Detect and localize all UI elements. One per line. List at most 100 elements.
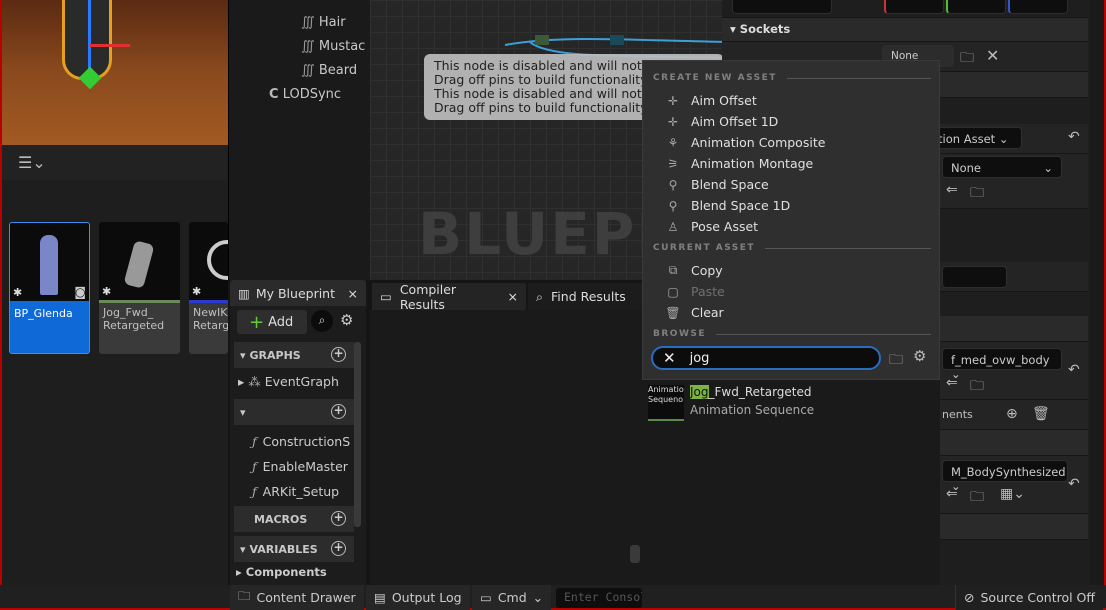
clear-search-icon[interactable]: ✕: [663, 349, 676, 367]
use-selected-icon[interactable]: ⇐: [946, 182, 958, 198]
reset-icon[interactable]: ↶: [1068, 129, 1080, 145]
material-dropdown[interactable]: M_BodySynthesized ⌄: [942, 460, 1068, 493]
add-graph-icon[interactable]: +: [331, 347, 346, 362]
tree-item-label: LODSync: [282, 87, 342, 102]
search-icon[interactable]: ⌕: [311, 310, 333, 332]
menu-item-aim-offset[interactable]: ✛ Aim Offset: [665, 93, 757, 108]
filter-icon[interactable]: ☰⌄: [18, 153, 46, 172]
result-item[interactable]: Animatio Sequeno Jog_Fwd_Retargeted Anim…: [646, 383, 936, 421]
event-graph-item[interactable]: ▸ ⁂ EventGraph: [238, 374, 339, 389]
item-label: EnableMaster: [262, 459, 348, 474]
menu-label: Aim Offset 1D: [691, 114, 779, 129]
tab-label: Find Results: [551, 289, 626, 304]
menu-item-blend-space-1d[interactable]: ⚲ Blend Space 1D: [665, 198, 791, 213]
reset-icon[interactable]: ↶: [1068, 476, 1080, 492]
browse-folder-icon[interactable]: 🗀: [970, 182, 984, 206]
terminal-icon: ▭: [480, 590, 492, 605]
menu-label: Paste: [691, 284, 725, 299]
close-icon[interactable]: ×: [348, 286, 358, 301]
browse-folder-icon[interactable]: 🗀: [970, 486, 984, 510]
browse-header: BROWSE: [653, 329, 931, 339]
button-label: Output Log: [391, 590, 462, 605]
content-browser: [0, 145, 228, 585]
section-variables[interactable]: ▾ VARIABLES +: [234, 536, 354, 562]
add-element-icon[interactable]: ⊕: [1006, 406, 1018, 422]
dropdown-value: M_BodySynthesized: [951, 465, 1066, 479]
console-input[interactable]: Enter Console Command: [556, 588, 642, 608]
current-asset-header: CURRENT ASSET: [653, 243, 931, 253]
menu-item-blend-space[interactable]: ⚲ Blend Space: [665, 177, 769, 192]
use-selected-icon[interactable]: ⇐: [946, 375, 958, 391]
browse-folder-icon[interactable]: 🗀: [970, 375, 984, 399]
create-new-asset-header: CREATE NEW ASSET: [653, 73, 931, 83]
tree-item-lodsync[interactable]: C LODSync: [269, 87, 341, 102]
section-macros[interactable]: MACROS +: [234, 506, 354, 532]
function-icon: ƒ: [252, 434, 257, 449]
menu-item-animation-composite[interactable]: ⚘ Animation Composite: [665, 135, 826, 150]
viewport[interactable]: [0, 0, 228, 145]
close-icon[interactable]: ×: [508, 289, 518, 304]
asset-tile-jog-fwd[interactable]: ✱ Jog_Fwd_ Retargeted: [99, 222, 180, 354]
asset-tile-newik[interactable]: ✱ NewIK Retarge: [189, 222, 228, 354]
gear-icon[interactable]: ⚙: [340, 311, 353, 329]
menu-item-animation-montage[interactable]: ⚞ Animation Montage: [665, 156, 814, 171]
section-label: VARIABLES: [249, 542, 318, 556]
output-log-button[interactable]: ▤ Output Log: [366, 585, 470, 610]
delete-icon[interactable]: 🗑: [1032, 406, 1050, 422]
animation-asset-dropdown[interactable]: None ⌄: [942, 156, 1062, 178]
clear-icon[interactable]: ✕: [986, 46, 999, 65]
add-function-icon[interactable]: +: [331, 404, 346, 419]
z-field[interactable]: [1008, 0, 1068, 14]
menu-item-copy[interactable]: ⧉ Copy: [665, 263, 723, 278]
reset-icon[interactable]: ↶: [1068, 362, 1080, 378]
tree-item-beard[interactable]: ∭ Beard: [301, 63, 357, 78]
folder-search-icon: 🗀: [238, 588, 251, 603]
x-field[interactable]: [884, 0, 944, 14]
my-blueprint-panel: ▥ My Blueprint × + Add ⌕ ⚙ ▾ GRAPHS + ▸ ⁂ Ev…: [230, 280, 366, 585]
gizmo-x-axis[interactable]: [90, 44, 130, 47]
match-highlight: Jog: [690, 385, 709, 399]
asset-tile-bp-glenda[interactable]: ✱ ◙ BP_Glenda: [9, 222, 90, 354]
function-item[interactable]: ƒ ARKit_Setup: [252, 484, 339, 499]
checker-icon[interactable]: ▦⌄: [1000, 486, 1025, 502]
add-macro-icon[interactable]: +: [331, 511, 346, 526]
tab-compiler-results[interactable]: ▭ Compiler Results ×: [372, 282, 526, 312]
add-button[interactable]: + Add: [237, 310, 307, 334]
dropdown[interactable]: [732, 0, 832, 14]
browse-folder-icon[interactable]: 🗀: [960, 47, 974, 71]
y-field[interactable]: [946, 0, 1006, 14]
components-category[interactable]: ▸ Components: [236, 565, 327, 579]
source-control-button[interactable]: ⊘ Source Control Off: [955, 585, 1103, 610]
menu-label: Aim Offset: [691, 93, 757, 108]
tab-find-results[interactable]: ⌕ Find Results: [528, 283, 642, 310]
scrollbar[interactable]: [354, 342, 361, 527]
function-item[interactable]: ƒ EnableMaster: [252, 459, 348, 474]
asset-thumbnail: ✱: [189, 222, 228, 300]
asset-search-input[interactable]: ✕ jog: [651, 346, 881, 370]
add-variable-icon[interactable]: +: [331, 541, 346, 556]
tree-item-mustache[interactable]: ∭ Mustac: [301, 39, 365, 54]
field[interactable]: [942, 266, 1007, 288]
menu-item-aim-offset-1d[interactable]: ✛ Aim Offset 1D: [665, 114, 778, 129]
menu-item-clear[interactable]: 🗑 Clear: [665, 305, 723, 320]
content-drawer-button[interactable]: 🗀 Content Drawer: [230, 585, 364, 610]
use-selected-icon[interactable]: ⇐: [946, 486, 958, 502]
cmd-dropdown[interactable]: ▭ Cmd ⌄: [472, 585, 552, 610]
menu-item-pose-asset[interactable]: ♙ Pose Asset: [665, 219, 758, 234]
sockets-section[interactable]: ▾ Sockets: [722, 18, 1088, 42]
skeletal-mesh-dropdown[interactable]: f_med_ovw_body ⌄: [942, 348, 1062, 381]
tab-my-blueprint[interactable]: ▥ My Blueprint ×: [230, 280, 366, 306]
dropdown-value: f_med_ovw_body: [951, 353, 1050, 367]
status-bar: 🗀 Content Drawer ▤ Output Log ▭ Cmd ⌄ Enter …: [0, 585, 1106, 610]
aim-offset-icon: ✛: [667, 114, 679, 129]
result-type: Animation Sequence: [690, 403, 815, 417]
scrollbar[interactable]: [630, 545, 640, 563]
section-graphs[interactable]: ▾ GRAPHS +: [234, 342, 354, 368]
result-thumbnail: Animatio Sequeno: [648, 385, 684, 421]
section-functions[interactable]: ▾ +: [234, 399, 354, 425]
gear-icon[interactable]: ⚙: [913, 347, 926, 365]
tree-item-hair[interactable]: ∭ Hair: [301, 15, 346, 30]
star-icon: ✱: [102, 285, 112, 298]
folder-icon[interactable]: 🗀: [889, 349, 903, 373]
function-item[interactable]: ƒ ConstructionS: [252, 434, 350, 449]
